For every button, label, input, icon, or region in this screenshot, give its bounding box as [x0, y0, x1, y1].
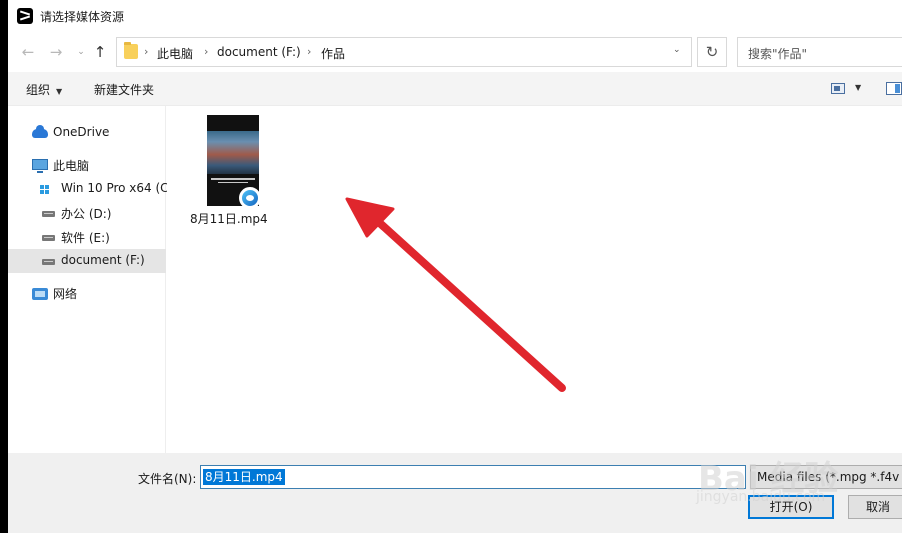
network-icon — [32, 288, 48, 300]
sidebar-item-label: Win 10 Pro x64 (C — [61, 181, 169, 195]
view-caret-icon[interactable]: ▼ — [855, 83, 861, 92]
sidebar-item-label: 办公 (D:) — [61, 207, 112, 221]
new-folder-button[interactable]: 新建文件夹 — [94, 81, 154, 98]
folder-icon — [124, 42, 138, 59]
window-title: 请选择媒体资源 — [40, 10, 125, 24]
search-input[interactable]: 搜索"作品" — [737, 37, 902, 67]
sidebar-item-drive-d[interactable]: 办公 (D:) — [8, 201, 166, 225]
sidebar-item-drive-f[interactable]: document (F:) — [8, 249, 166, 273]
sidebar-item-onedrive[interactable]: OneDrive — [8, 121, 166, 145]
sidebar-item-this-pc[interactable]: 此电脑 — [8, 153, 166, 177]
onedrive-icon — [32, 125, 48, 138]
chevron-right-icon[interactable]: › — [144, 45, 148, 58]
sidebar-item-label: OneDrive — [53, 125, 110, 139]
view-options-icon[interactable] — [831, 83, 845, 94]
title-bar: 请选择媒体资源 — [8, 0, 902, 32]
organize-label: 组织 — [26, 83, 51, 97]
sidebar-item-drive-c[interactable]: Win 10 Pro x64 (C — [8, 177, 169, 201]
breadcrumb-document-f[interactable]: document (F:) — [217, 45, 301, 59]
capcut-logo-icon — [17, 8, 33, 24]
annotation-arrow — [345, 197, 566, 392]
cancel-button[interactable]: 取消 — [848, 495, 902, 519]
navigation-pane: OneDrive 此电脑 Win 10 Pro x64 (C 办公 (D:) 软… — [8, 106, 169, 453]
this-pc-icon — [32, 159, 48, 173]
sidebar-item-network[interactable]: 网络 — [8, 281, 166, 305]
caret-down-icon: ▼ — [56, 87, 63, 96]
forward-arrow-icon[interactable]: → — [46, 42, 66, 62]
chevron-right-icon[interactable]: › — [307, 45, 311, 58]
file-open-dialog: 请选择媒体资源 ← → ⌄ ↑ › 此电脑 › document (F:) › … — [8, 0, 902, 533]
drive-icon — [42, 259, 55, 265]
refresh-icon[interactable]: ↻ — [697, 37, 727, 67]
drive-icon — [42, 211, 55, 217]
recent-locations-chevron-icon[interactable]: ⌄ — [71, 42, 91, 62]
filename-label: 文件名(N): — [138, 472, 197, 486]
sidebar-item-label: 网络 — [53, 287, 78, 301]
dialog-footer: 文件名(N): 8月11日.mp4 Media files (*.mpg *.f… — [8, 453, 902, 533]
filename-input[interactable]: 8月11日.mp4 — [200, 465, 746, 489]
watermark-url: jingyan.baidu.com — [696, 489, 826, 505]
sidebar-item-drive-e[interactable]: 软件 (E:) — [8, 225, 166, 249]
address-bar[interactable]: › 此电脑 › document (F:) › 作品 ⌄ — [116, 37, 692, 67]
organize-menu[interactable]: 组织 ▼ — [26, 81, 62, 98]
sidebar-item-label: 此电脑 — [53, 159, 90, 173]
sidebar-item-label: document (F:) — [61, 253, 145, 267]
back-arrow-icon[interactable]: ← — [18, 42, 38, 62]
command-toolbar: 组织 ▼ 新建文件夹 ▼ — [8, 72, 902, 106]
sidebar-item-label: 软件 (E:) — [61, 231, 110, 245]
up-arrow-icon[interactable]: ↑ — [90, 42, 110, 62]
breadcrumb-works[interactable]: 作品 — [321, 45, 345, 62]
address-row: ← → ⌄ ↑ › 此电脑 › document (F:) › 作品 ⌄ ↻ 搜… — [8, 32, 902, 72]
windows-drive-icon — [40, 185, 50, 195]
address-dropdown-icon[interactable]: ⌄ — [673, 45, 681, 55]
file-list: 8月11日.mp4 — [167, 106, 902, 453]
drive-icon — [42, 235, 55, 241]
breadcrumb-this-pc[interactable]: 此电脑 — [157, 45, 193, 62]
chevron-right-icon[interactable]: › — [204, 45, 208, 58]
search-placeholder: 搜索"作品" — [748, 47, 808, 61]
preview-pane-icon[interactable] — [886, 82, 902, 95]
filename-value: 8月11日.mp4 — [203, 469, 285, 485]
